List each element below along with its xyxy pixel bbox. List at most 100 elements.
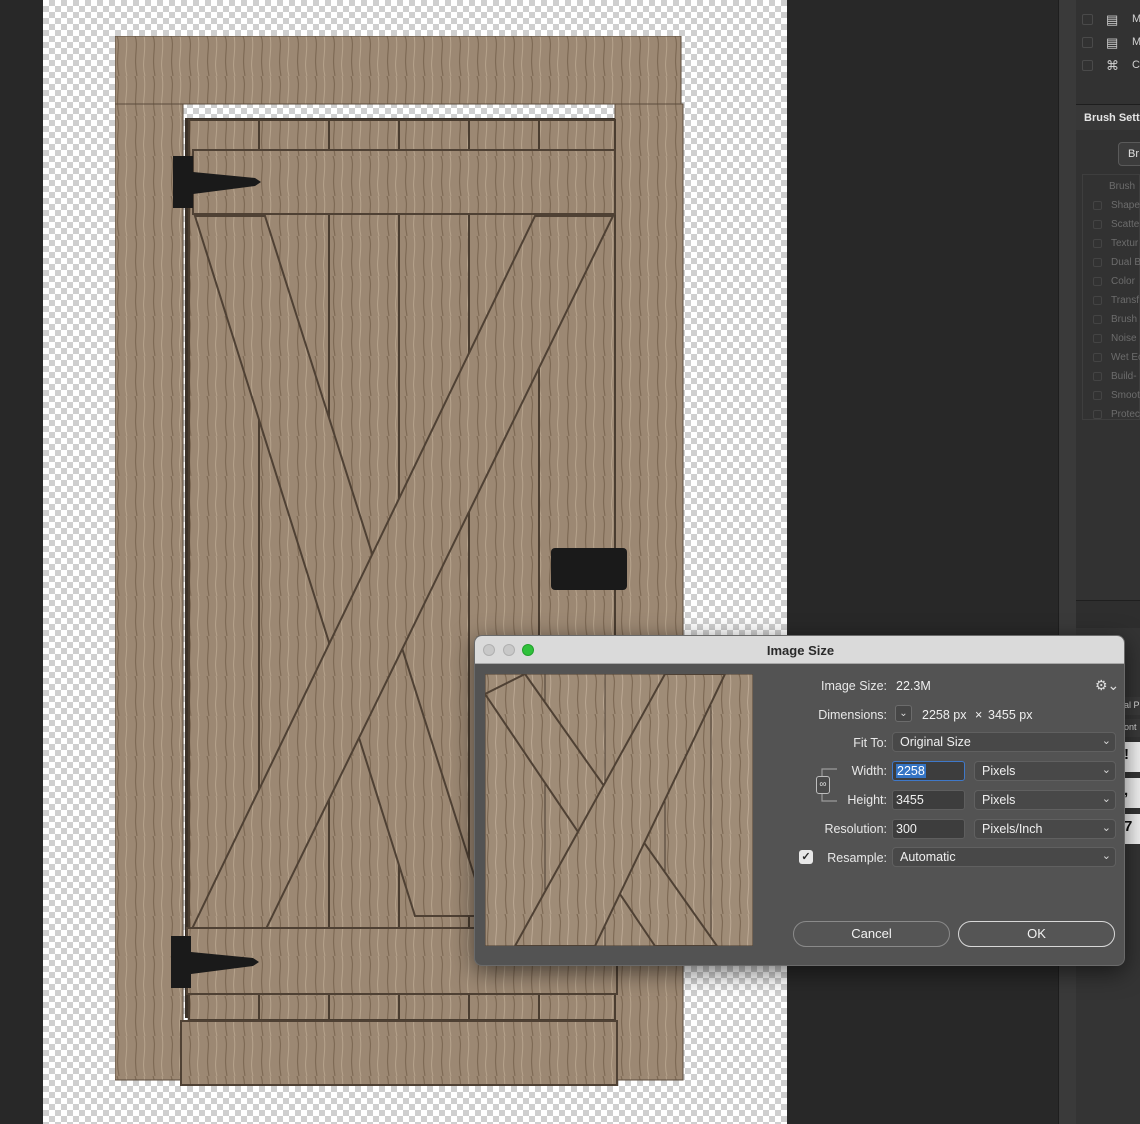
panel-fragment: 7 xyxy=(1124,814,1140,844)
brush-setting-label: Noise xyxy=(1111,333,1137,344)
brush-setting-checkbox[interactable] xyxy=(1093,410,1102,419)
width-label: Width: xyxy=(851,764,887,778)
brush-setting-label: Transf xyxy=(1111,295,1139,306)
brush-setting-checkbox[interactable] xyxy=(1093,391,1102,400)
document-icon: ▤ xyxy=(1106,12,1119,27)
ok-button[interactable]: OK xyxy=(958,921,1115,947)
panel-fragment: ! xyxy=(1124,742,1140,772)
dialog-title: Image Size xyxy=(766,643,835,658)
brush-setting-item[interactable]: Dual B xyxy=(1083,253,1140,272)
brush-setting-checkbox[interactable] xyxy=(1093,353,1102,362)
fit-to-label: Fit To: xyxy=(853,736,887,750)
history-checkbox[interactable] xyxy=(1082,37,1093,48)
brush-setting-label: Protec xyxy=(1111,409,1140,420)
resolution-input[interactable]: 300 xyxy=(892,819,965,839)
brush-settings-title: Brush Setti xyxy=(1084,112,1140,124)
history-checkbox[interactable] xyxy=(1082,14,1093,25)
resample-value: Automatic xyxy=(900,850,956,864)
chevron-down-icon: ⌄ xyxy=(1101,793,1111,805)
document-icon: ▤ xyxy=(1106,35,1119,50)
panel-fragment: , xyxy=(1124,778,1140,808)
dialog-titlebar[interactable]: Image Size xyxy=(475,636,1124,664)
history-item[interactable]: ⌘ C xyxy=(1076,55,1140,77)
brushes-button-label: Br xyxy=(1128,148,1139,160)
fit-to-value: Original Size xyxy=(900,735,971,749)
brush-setting-checkbox[interactable] xyxy=(1093,220,1102,229)
height-unit-select[interactable]: Pixels ⌄ xyxy=(974,790,1116,810)
brush-setting-item[interactable]: Scatte xyxy=(1083,215,1140,234)
cancel-button[interactable]: Cancel xyxy=(793,921,950,947)
brush-setting-item[interactable]: Wet Ec xyxy=(1083,348,1140,367)
brush-setting-item[interactable]: Shape xyxy=(1083,196,1140,215)
gear-icon[interactable]: ⚙⌄ xyxy=(1095,677,1119,694)
dimensions-width: 2258 px xyxy=(922,708,967,722)
brush-setting-checkbox[interactable] xyxy=(1093,201,1102,210)
preview-image xyxy=(485,674,753,946)
brush-settings-panel-header[interactable]: Brush Setti xyxy=(1076,104,1140,130)
brush-setting-item[interactable]: Textur xyxy=(1083,234,1140,253)
chevron-down-icon: ⌄ xyxy=(899,708,908,719)
dimensions-height: 3455 px xyxy=(988,708,1033,722)
image-size-label: Image Size: xyxy=(820,679,887,693)
image-size-value: 22.3M xyxy=(896,679,931,693)
height-label: Height: xyxy=(847,793,887,807)
panel-fragment: al P xyxy=(1124,697,1140,715)
brush-setting-label: Dual B xyxy=(1111,257,1140,268)
brush-setting-checkbox[interactable] xyxy=(1093,258,1102,267)
panel-fragment: ont xyxy=(1124,719,1140,737)
history-item[interactable]: ▤ M xyxy=(1076,9,1140,31)
height-unit-value: Pixels xyxy=(982,793,1016,807)
image-preview[interactable] xyxy=(485,674,753,946)
resolution-unit-value: Pixels/Inch xyxy=(982,822,1043,836)
constrain-proportions-link-icon[interactable]: ∞ xyxy=(816,776,830,794)
panel-footer xyxy=(1076,600,1140,628)
resolution-label: Resolution: xyxy=(824,822,887,836)
brush-setting-checkbox[interactable] xyxy=(1093,239,1102,248)
brushes-button[interactable]: Br xyxy=(1118,142,1140,166)
brush-setting-label: Scatte xyxy=(1111,219,1140,230)
brush-setting-label: Smoot xyxy=(1111,390,1140,401)
history-item[interactable]: ▤ M xyxy=(1076,32,1140,54)
dimensions-times: × xyxy=(975,708,983,722)
brush-setting-checkbox[interactable] xyxy=(1093,277,1102,286)
image-size-dialog: Image Size Image Size: 22.3M ⚙⌄ Dimensio… xyxy=(474,635,1125,966)
brush-setting-item[interactable]: Build- xyxy=(1083,367,1140,386)
brush-setting-item[interactable]: Color xyxy=(1083,272,1140,291)
chevron-down-icon: ⌄ xyxy=(1101,850,1111,862)
brush-setting-label: Brush xyxy=(1111,314,1138,325)
history-item-label: C xyxy=(1132,59,1140,71)
chevron-down-icon: ⌄ xyxy=(1101,822,1111,834)
brush-setting-item[interactable]: Protec xyxy=(1083,405,1140,424)
brush-setting-item[interactable]: Brush xyxy=(1083,177,1140,196)
brush-setting-label: Wet Ec xyxy=(1111,352,1140,363)
brush-setting-checkbox[interactable] xyxy=(1093,296,1102,305)
brush-setting-item[interactable]: Noise xyxy=(1083,329,1140,348)
width-unit-select[interactable]: Pixels ⌄ xyxy=(974,761,1116,781)
brush-setting-item[interactable]: Brush xyxy=(1083,310,1140,329)
resolution-value: 300 xyxy=(896,822,917,836)
height-input[interactable]: 3455 xyxy=(892,790,965,810)
chevron-down-icon: ⌄ xyxy=(1101,764,1111,776)
width-value: 2258 xyxy=(896,764,926,778)
brush-setting-item[interactable]: Transf xyxy=(1083,291,1140,310)
brush-setting-checkbox[interactable] xyxy=(1093,334,1102,343)
crop-icon: ⌘ xyxy=(1106,58,1119,73)
resample-select[interactable]: Automatic ⌄ xyxy=(892,847,1116,867)
height-value: 3455 xyxy=(896,793,924,807)
resolution-unit-select[interactable]: Pixels/Inch ⌄ xyxy=(974,819,1116,839)
brush-setting-label: Build- xyxy=(1111,371,1137,382)
brush-setting-label: Textur xyxy=(1111,238,1139,249)
history-checkbox[interactable] xyxy=(1082,60,1093,71)
fit-to-select[interactable]: Original Size ⌄ xyxy=(892,732,1116,752)
dimensions-label: Dimensions: xyxy=(818,708,887,722)
brush-settings-list: Brush Shape Scatte Textur Dual B Color T… xyxy=(1082,174,1140,420)
brush-setting-label: Color xyxy=(1111,276,1135,287)
resample-label: Resample: xyxy=(827,851,887,865)
width-input[interactable]: 2258 xyxy=(892,761,965,781)
chevron-down-icon: ⌄ xyxy=(1101,735,1111,747)
brush-setting-checkbox[interactable] xyxy=(1093,315,1102,324)
brush-setting-label: Shape xyxy=(1111,200,1140,211)
brush-setting-item[interactable]: Smoot xyxy=(1083,386,1140,405)
dimensions-units-dropdown[interactable]: ⌄ xyxy=(895,705,912,722)
brush-setting-checkbox[interactable] xyxy=(1093,372,1102,381)
